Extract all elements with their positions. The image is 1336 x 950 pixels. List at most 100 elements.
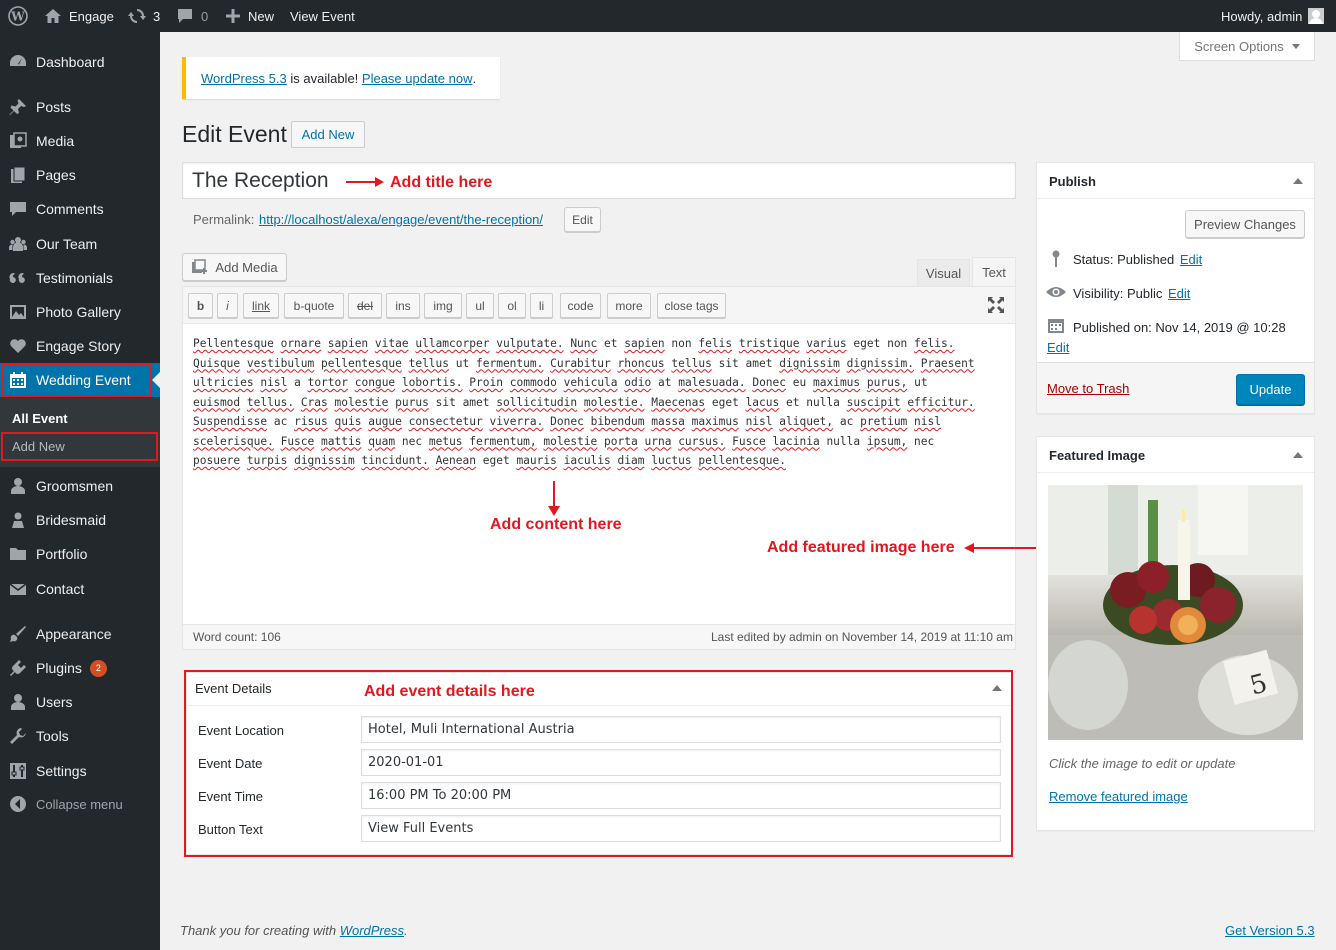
quicktag-close-tags[interactable]: close tags (657, 293, 726, 318)
post-title-input[interactable]: The Reception (182, 162, 1016, 199)
editor-content-line: posuere turpis dignissim tincidunt. Aene… (193, 454, 786, 467)
notice-text: is available! (286, 70, 362, 86)
menu-comments[interactable]: Comments (0, 192, 160, 226)
screen-options-button[interactable]: Screen Options (1179, 32, 1315, 61)
annotation-content: Add content here (490, 516, 622, 533)
menu-label: Pages (36, 167, 76, 183)
menu-label: Our Team (36, 236, 98, 252)
menu-engage-story[interactable]: Engage Story (0, 329, 160, 363)
editor-content-textarea[interactable]: Pellentesque ornare sapien vitae ullamco… (193, 334, 1008, 471)
quicktag-italic[interactable]: i (217, 293, 238, 318)
menu-bridesmaid[interactable]: Bridesmaid (0, 503, 160, 537)
menu-groomsmen[interactable]: Groomsmen (0, 469, 160, 503)
add-new-button[interactable]: Add New (291, 121, 365, 148)
menu-pages[interactable]: Pages (0, 158, 160, 192)
quicktag-code[interactable]: code (560, 293, 601, 318)
view-event-link[interactable]: View Event (290, 0, 355, 32)
published-edit-link[interactable]: Edit (1047, 340, 1069, 355)
visibility-value: Public (1126, 286, 1163, 301)
toggle-up-icon[interactable] (1293, 452, 1303, 458)
quote-icon (0, 269, 36, 287)
menu-posts[interactable]: Posts (0, 90, 160, 124)
menu-label: Bridesmaid (36, 512, 107, 528)
word-count: Word count: 106 (193, 630, 281, 644)
update-notice: WordPress 5.3 is available! Please updat… (182, 57, 500, 99)
content-annotation-arrow-icon (548, 481, 560, 516)
quicktag-bquote[interactable]: b-quote (284, 293, 344, 318)
menu-testimonials[interactable]: Testimonials (0, 261, 160, 295)
home-icon (45, 9, 61, 23)
new-content-link[interactable]: New (226, 0, 274, 32)
quicktag-link[interactable]: link (243, 293, 279, 318)
published-label: Published on: (1073, 320, 1156, 335)
wordpress-logo-icon[interactable]: W (8, 0, 28, 32)
editor-content-line: Quisque vestibulum pellentesque tellus u… (193, 356, 975, 370)
divider (1037, 198, 1314, 199)
footer-version-link[interactable]: Get Version 5.3 (1225, 923, 1315, 938)
visibility-edit-link[interactable]: Edit (1168, 286, 1190, 301)
wordpress-version-link[interactable]: WordPress 5.3 (201, 71, 287, 86)
plugins-update-badge: 2 (89, 659, 107, 677)
quicktag-ins[interactable]: ins (386, 293, 420, 318)
editor-content-line: ultricies nisl a tortor congue lobortis.… (193, 376, 928, 389)
editor-content-line: Suspendisse ac risus quis augue consecte… (193, 415, 941, 428)
site-name-link[interactable]: Engage (44, 0, 114, 32)
tab-text[interactable]: Text (972, 257, 1016, 287)
tab-visual[interactable]: Visual (917, 259, 970, 286)
quicktag-bold[interactable]: b (188, 293, 213, 318)
update-button[interactable]: Update (1236, 374, 1305, 405)
dashboard-icon (0, 53, 36, 71)
preview-changes-button[interactable]: Preview Changes (1185, 210, 1305, 238)
permalink-edit-button[interactable]: Edit (564, 207, 601, 232)
caret-down-icon (1291, 43, 1300, 49)
menu-dashboard[interactable]: Dashboard (0, 45, 160, 79)
menu-portfolio[interactable]: Portfolio (0, 537, 160, 571)
comment-icon (178, 9, 192, 23)
eye-icon (1046, 287, 1066, 297)
menu-settings[interactable]: Settings (0, 754, 160, 788)
menu-media[interactable]: Media (0, 124, 160, 158)
remove-featured-image-link[interactable]: Remove featured image (1049, 789, 1188, 804)
page-title: Edit Event (182, 121, 287, 147)
comments-link[interactable]: 0 (177, 0, 208, 32)
toggle-up-icon[interactable] (1293, 178, 1303, 184)
menu-label: Photo Gallery (36, 304, 121, 320)
status-edit-link[interactable]: Edit (1180, 252, 1202, 267)
quicktag-del[interactable]: del (348, 293, 382, 318)
menu-photo-gallery[interactable]: Photo Gallery (0, 295, 160, 329)
pin-icon (1052, 250, 1060, 267)
my-account-link[interactable]: Howdy, admin (1221, 0, 1325, 32)
quicktag-ul[interactable]: ul (466, 293, 494, 318)
collapse-menu-button[interactable]: Collapse menu (0, 787, 160, 821)
menu-contact[interactable]: Contact (0, 572, 160, 606)
quicktag-more[interactable]: more (607, 293, 651, 318)
update-now-link[interactable]: Please update now (362, 71, 473, 86)
add-media-icon (192, 259, 208, 274)
quicktag-li[interactable]: li (530, 293, 553, 318)
menu-label: Plugins (36, 660, 82, 676)
folder-icon (0, 545, 36, 563)
add-media-button[interactable]: Add Media (182, 253, 287, 281)
published-value: Nov 14, 2019 @ 10:28 (1155, 320, 1286, 335)
notice-period: . (472, 70, 477, 86)
annotation-title: Add title here (390, 174, 493, 191)
menu-appearance[interactable]: Appearance (0, 617, 160, 651)
featured-image-thumbnail[interactable]: 5 (1048, 485, 1303, 740)
fullscreen-icon[interactable] (987, 296, 1005, 314)
menu-our-team[interactable]: Our Team (0, 227, 160, 261)
quicktag-img[interactable]: img (424, 293, 462, 318)
quicktag-ol[interactable]: ol (498, 293, 526, 318)
updates-link[interactable]: 3 (128, 0, 160, 32)
footer-wordpress-link[interactable]: WordPress (340, 923, 404, 938)
move-to-trash-link[interactable]: Move to Trash (1047, 381, 1129, 396)
active-menu-arrow (152, 372, 160, 388)
screen-options-label: Screen Options (1194, 38, 1284, 54)
menu-tools[interactable]: Tools (0, 719, 160, 753)
menu-plugins[interactable]: Plugins 2 (0, 651, 160, 685)
permalink-url[interactable]: http://localhost/alexa/engage/event/the-… (259, 212, 543, 227)
woman-icon (0, 511, 36, 529)
menu-users[interactable]: Users (0, 685, 160, 719)
menu-label: Collapse menu (36, 796, 123, 812)
submenu-all-event[interactable]: All Event (12, 411, 68, 426)
groups-icon (0, 235, 36, 253)
